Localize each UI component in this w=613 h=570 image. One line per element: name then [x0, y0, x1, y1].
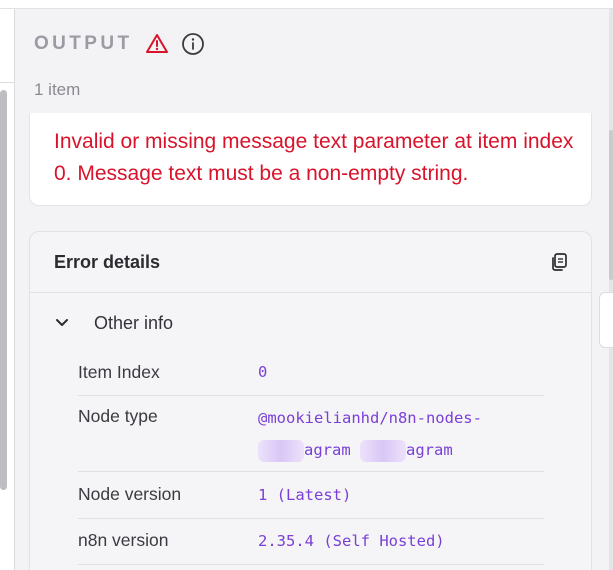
item-count: 1 item	[34, 80, 81, 99]
left-edge-divider	[0, 69, 15, 83]
info-circle-icon[interactable]	[181, 32, 205, 56]
output-title: OUTPUT	[34, 33, 133, 54]
detail-row-n8n-version: n8n version 2.35.4 (Self Hosted)	[78, 519, 544, 565]
detail-key: Item Index	[78, 362, 160, 382]
node-type-part1: agram	[304, 441, 351, 459]
warning-triangle-icon[interactable]	[145, 32, 169, 56]
detail-value: 1 (Latest)	[258, 486, 352, 504]
detail-row-item-index: Item Index 0	[78, 354, 544, 396]
error-details-header: Error details	[30, 232, 591, 293]
node-type-line1: @mookielianhd/n8n-nodes-	[258, 409, 482, 427]
output-panel: OUTPUT 1 item Invalid or missing message…	[0, 0, 613, 570]
left-scrollbar[interactable]	[0, 90, 7, 490]
detail-value: 0	[258, 363, 268, 381]
error-details-panel: Error details Other info Item Index 0 No…	[29, 231, 592, 570]
other-info-label: Other info	[94, 312, 174, 333]
detail-row-node-type: Node type @mookielianhd/n8n-nodes- agram…	[78, 396, 544, 472]
error-message-card: Invalid or missing message text paramete…	[29, 113, 592, 206]
chevron-down-icon	[52, 313, 72, 333]
detail-value: 2.35.4 (Self Hosted)	[258, 532, 445, 550]
error-details-title: Error details	[54, 252, 161, 272]
redacted-text	[258, 439, 304, 462]
right-scrollbar[interactable]	[609, 130, 613, 280]
right-panel-handle[interactable]	[599, 292, 613, 348]
detail-row-node-version: Node version 1 (Latest)	[78, 472, 544, 519]
right-scroll-track	[609, 9, 613, 570]
detail-key: Node version	[78, 484, 182, 504]
detail-key: n8n version	[78, 530, 169, 550]
copy-icon[interactable]	[549, 252, 569, 272]
other-info-toggle[interactable]: Other info	[52, 310, 173, 336]
node-type-part2: agram	[406, 441, 453, 459]
output-header: OUTPUT	[34, 30, 205, 58]
detail-value: @mookielianhd/n8n-nodes- agram agram	[258, 402, 548, 466]
top-divider	[0, 0, 613, 9]
error-message: Invalid or missing message text paramete…	[54, 130, 574, 185]
detail-key: Node type	[78, 406, 158, 426]
redacted-text	[360, 439, 407, 462]
